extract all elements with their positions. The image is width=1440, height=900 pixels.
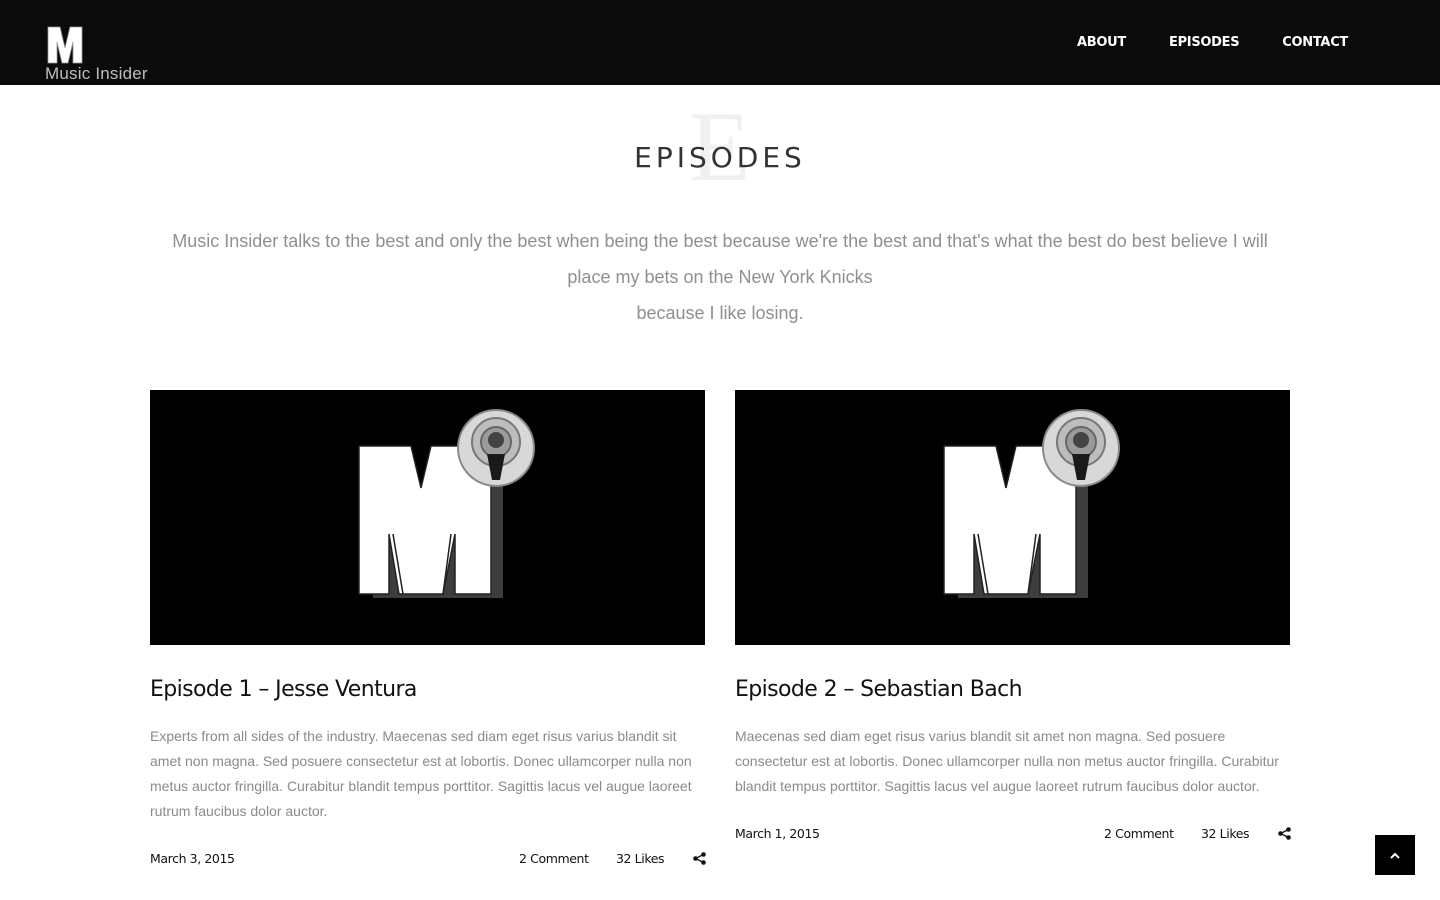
intro-line-2: because I like losing. [636, 303, 804, 323]
podcast-logo-icon [943, 409, 1120, 598]
episode-excerpt: Experts from all sides of the industry. … [150, 728, 692, 819]
likes-button[interactable]: 32 Likes [1201, 826, 1250, 841]
comments-link[interactable]: 2 Comment [519, 851, 589, 866]
nav-item-contact[interactable]: CONTACT [1282, 35, 1348, 50]
episode-date: March 3, 2015 [150, 851, 235, 866]
episode-excerpt: Maecenas sed diam eget risus varius blan… [735, 728, 1279, 794]
main-nav: ABOUT EPISODES CONTACT [1077, 35, 1348, 50]
likes-button[interactable]: 32 Likes [616, 851, 665, 866]
episode-card: Episode 1 – Jesse Ventura Experts from a… [150, 390, 706, 871]
nav-item-episodes[interactable]: EPISODES [1169, 35, 1240, 50]
podcast-logo-icon [358, 409, 535, 598]
episode-meta: March 1, 2015 2 Comment 32 Likes [735, 826, 1291, 846]
m-logo-icon [47, 26, 83, 64]
episode-meta: March 3, 2015 2 Comment 32 Likes [150, 851, 706, 871]
episode-thumbnail[interactable] [150, 390, 705, 645]
nav-item-about[interactable]: ABOUT [1077, 35, 1126, 50]
share-icon[interactable] [693, 852, 706, 865]
brand-name: Music Insider [45, 64, 148, 83]
episode-title[interactable]: Episode 2 – Sebastian Bach [735, 677, 1290, 702]
back-to-top-button[interactable] [1375, 835, 1415, 875]
intro-line-1: Music Insider talks to the best and only… [172, 231, 1268, 287]
share-icon[interactable] [1278, 827, 1291, 840]
episodes-section-header: E EPISODES [0, 97, 1440, 200]
brand-logo[interactable]: Music Insider [45, 24, 155, 86]
episode-date: March 1, 2015 [735, 826, 820, 841]
section-intro: Music Insider talks to the best and only… [160, 223, 1280, 331]
episode-thumbnail[interactable] [735, 390, 1290, 645]
episode-title[interactable]: Episode 1 – Jesse Ventura [150, 677, 705, 702]
chevron-up-icon [1390, 852, 1400, 859]
comments-link[interactable]: 2 Comment [1104, 826, 1174, 841]
section-title: EPISODES [634, 141, 806, 174]
top-navigation-bar: Music Insider ABOUT EPISODES CONTACT [0, 0, 1440, 85]
episode-card: Episode 2 – Sebastian Bach Maecenas sed … [735, 390, 1291, 846]
